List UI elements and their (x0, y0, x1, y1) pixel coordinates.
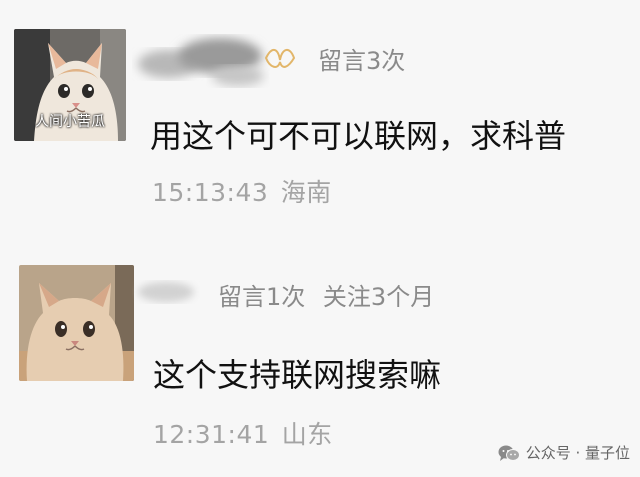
avatar-caption: 人间小苦瓜 (35, 114, 105, 130)
comment-meta: 12:31:41 山东 (153, 415, 333, 451)
avatar[interactable] (19, 265, 134, 381)
comment-meta: 15:13:43 海南 (152, 173, 332, 209)
cat-avatar-image (19, 265, 134, 381)
comment-time: 12:31:41 (153, 420, 270, 449)
message-count-badge: 留言1次 (218, 283, 306, 311)
message-count-badge: 留言3次 (318, 47, 406, 75)
watermark-text: 公众号 · 量子位 (525, 444, 630, 462)
follow-duration-badge: 关注3个月 (322, 283, 435, 311)
comment-badges: 留言3次 (318, 41, 405, 76)
username-redacted (138, 282, 194, 302)
username-redacted (138, 38, 296, 86)
comment-location: 海南 (280, 178, 332, 207)
comment-item-2: 留言1次 关注3个月 这个支持联网搜索嘛 12:31:41 山东 (0, 230, 640, 477)
comment-location: 山东 (281, 420, 333, 449)
avatar[interactable]: 人间小苦瓜 (14, 29, 126, 141)
comment-item-1: 人间小苦瓜 留言3次 用这个可不可以联网，求科普 15:13:43 海南 (0, 0, 640, 230)
comment-time: 15:13:43 (152, 178, 269, 207)
wechat-icon (498, 445, 520, 461)
comment-text: 这个支持联网搜索嘛 (153, 356, 442, 394)
comment-text: 用这个可不可以联网，求科普 (150, 117, 567, 155)
watermark: 公众号 · 量子位 (498, 442, 630, 463)
comment-badges: 留言1次 关注3个月 (218, 277, 434, 312)
